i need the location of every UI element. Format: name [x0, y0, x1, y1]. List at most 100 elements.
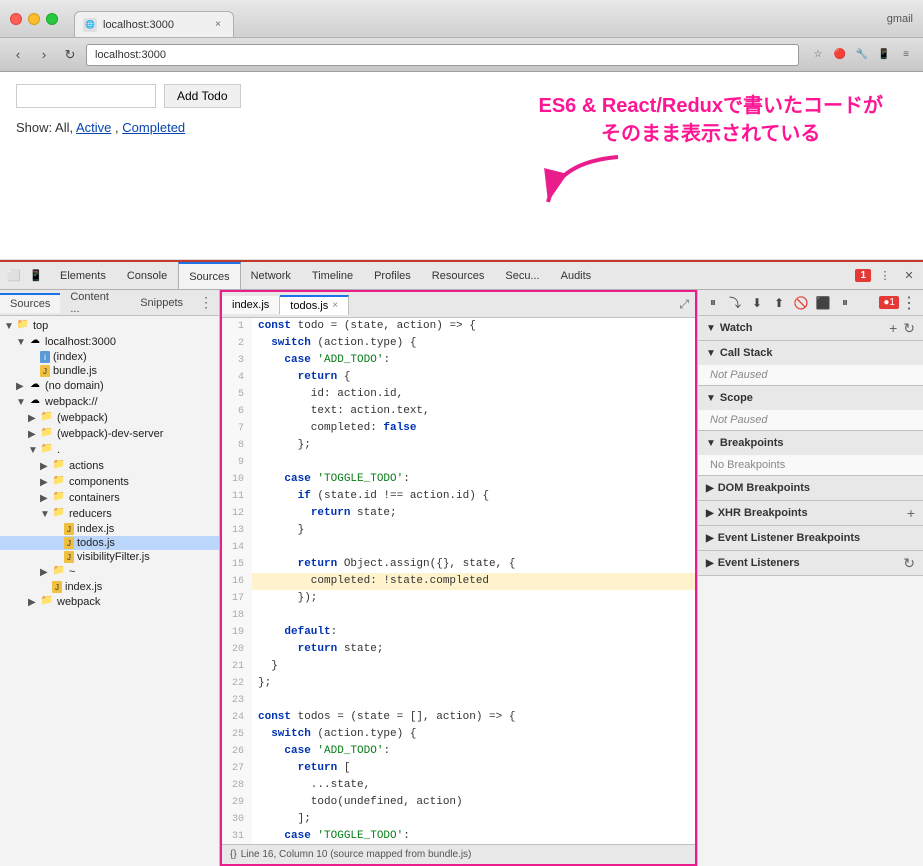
- tab-close-button[interactable]: ×: [215, 19, 221, 30]
- browser-navbar: ‹ › ↻ ☆ 🔴 🔧 📱 ≡: [0, 38, 923, 72]
- xhr-breakpoints-label: XHR Breakpoints: [718, 507, 808, 519]
- debug-pause-button[interactable]: ⏸: [704, 294, 722, 312]
- devtools-icon-responsive[interactable]: 📱: [26, 266, 46, 286]
- maximize-traffic-light[interactable]: [46, 13, 58, 25]
- debug-section-eventlisteners-header[interactable]: ▶ Event Listeners ↻: [698, 551, 923, 575]
- debug-deactivate-button[interactable]: 🚫: [792, 294, 810, 312]
- debug-section-scope-header[interactable]: ▼ Scope: [698, 386, 923, 410]
- forward-button[interactable]: ›: [34, 45, 54, 65]
- tree-item-visibility[interactable]: J visibilityFilter.js: [0, 550, 219, 564]
- tree-item-containers[interactable]: ▶ 📁 containers: [0, 490, 219, 506]
- tab-elements[interactable]: Elements: [50, 262, 117, 289]
- code-editor[interactable]: 1const todo = (state, action) => { 2 swi…: [222, 318, 695, 844]
- tab-profiles[interactable]: Profiles: [364, 262, 422, 289]
- devtools-icon-inspect[interactable]: ⬜: [4, 266, 24, 286]
- code-line-6: 6 text: action.text,: [222, 403, 695, 420]
- tree-item-index-root[interactable]: i (index): [0, 350, 219, 364]
- debug-step-into-button[interactable]: ⬇: [748, 294, 766, 312]
- event-listeners-refresh-button[interactable]: ↻: [903, 555, 915, 572]
- file-tab-snippets[interactable]: Snippets: [130, 294, 193, 312]
- code-tab-index[interactable]: index.js: [222, 296, 280, 314]
- tab-resources[interactable]: Resources: [422, 262, 496, 289]
- debug-section-dom-breakpoints: ▶ DOM Breakpoints: [698, 476, 923, 501]
- browser-menu-icon[interactable]: ≡: [897, 46, 915, 64]
- tree-item-nodomain[interactable]: ▶ ☁ (no domain): [0, 378, 219, 394]
- code-tab-todos[interactable]: todos.js ×: [280, 295, 349, 315]
- tree-item-webpack-dev[interactable]: ▶ 📁 (webpack)-dev-server: [0, 426, 219, 442]
- code-expand-button[interactable]: ⤢: [673, 297, 695, 312]
- refresh-button[interactable]: ↻: [60, 45, 80, 65]
- tree-item-actions[interactable]: ▶ 📁 actions: [0, 458, 219, 474]
- file-icon-index: i: [40, 351, 50, 363]
- tree-item-dot-index[interactable]: J index.js: [0, 580, 219, 594]
- debug-async-button[interactable]: ⏸: [836, 294, 854, 312]
- tab-security[interactable]: Secu...: [495, 262, 550, 289]
- tree-item-reducers[interactable]: ▼ 📁 reducers: [0, 506, 219, 522]
- status-braces-icon: {}: [230, 849, 237, 860]
- code-line-27: 27 return [: [222, 760, 695, 777]
- tree-item-dot[interactable]: ▼ 📁 .: [0, 442, 219, 458]
- tree-item-webpack2[interactable]: ▶ 📁 webpack: [0, 594, 219, 610]
- debug-section-watch-header[interactable]: ▼ Watch + ↻: [698, 316, 923, 340]
- folder-icon-webpack2: 📁: [40, 595, 54, 609]
- devtools-more-button[interactable]: ⋮: [875, 266, 895, 286]
- debug-more-button[interactable]: ⋮: [901, 293, 917, 313]
- add-todo-button[interactable]: Add Todo: [164, 84, 241, 108]
- tree-item-components[interactable]: ▶ 📁 components: [0, 474, 219, 490]
- tree-item-top[interactable]: ▼ 📁 top: [0, 318, 219, 334]
- tab-favicon: 🌐: [83, 18, 97, 32]
- devtools-tabbar: ⬜ 📱 Elements Console Sources Network Tim…: [0, 262, 923, 290]
- tab-sources[interactable]: Sources: [178, 262, 240, 289]
- tab-network[interactable]: Network: [241, 262, 302, 289]
- debug-section-event-header[interactable]: ▶ Event Listener Breakpoints: [698, 526, 923, 550]
- code-line-7: 7 completed: false: [222, 420, 695, 437]
- code-line-22: 22};: [222, 675, 695, 692]
- tab-audits[interactable]: Audits: [551, 262, 603, 289]
- code-line-15: 15 return Object.assign({}, state, {: [222, 556, 695, 573]
- devtools-body: Sources Content ... Snippets ⋮ ▼ 📁 top ▼…: [0, 290, 923, 866]
- debug-section-xhr-header[interactable]: ▶ XHR Breakpoints +: [698, 501, 923, 525]
- debug-section-watch: ▼ Watch + ↻: [698, 316, 923, 341]
- debug-section-breakpoints-header[interactable]: ▼ Breakpoints: [698, 431, 923, 455]
- file-panel-tabs: Sources Content ... Snippets ⋮: [0, 290, 219, 316]
- code-line-17: 17 });: [222, 590, 695, 607]
- file-tab-more[interactable]: ⋮: [193, 294, 219, 311]
- watch-label: Watch: [720, 322, 753, 334]
- tree-item-bundle[interactable]: J bundle.js: [0, 364, 219, 378]
- filter-completed-link[interactable]: Completed: [122, 120, 185, 135]
- devtools-panel-icons: ⬜ 📱: [4, 266, 46, 286]
- watch-refresh-button[interactable]: ↻: [903, 320, 915, 337]
- file-tab-sources[interactable]: Sources: [0, 293, 60, 313]
- callstack-label: Call Stack: [720, 347, 773, 359]
- code-line-16: 16 completed: !state.completed: [222, 573, 695, 590]
- watch-add-button[interactable]: +: [889, 320, 897, 337]
- tree-item-todos[interactable]: J todos.js: [0, 536, 219, 550]
- address-bar[interactable]: [86, 44, 799, 66]
- minimize-traffic-light[interactable]: [28, 13, 40, 25]
- tab-timeline[interactable]: Timeline: [302, 262, 364, 289]
- debug-section-callstack-header[interactable]: ▼ Call Stack: [698, 341, 923, 365]
- xhr-add-button[interactable]: +: [907, 505, 915, 521]
- tab-console[interactable]: Console: [117, 262, 178, 289]
- tree-item-reducers-index[interactable]: J index.js: [0, 522, 219, 536]
- code-line-30: 30 ];: [222, 811, 695, 828]
- debug-step-out-button[interactable]: ⬆: [770, 294, 788, 312]
- code-tab-close-todos[interactable]: ×: [332, 300, 338, 311]
- debug-section-dom-header[interactable]: ▶ DOM Breakpoints: [698, 476, 923, 500]
- breakpoints-label: Breakpoints: [720, 437, 784, 449]
- tree-item-webpack[interactable]: ▼ ☁ webpack://: [0, 394, 219, 410]
- file-tab-content[interactable]: Content ...: [60, 290, 130, 318]
- tree-item-localhost[interactable]: ▼ ☁ localhost:3000: [0, 334, 219, 350]
- close-traffic-light[interactable]: [10, 13, 22, 25]
- devtools-close-button[interactable]: ✕: [899, 266, 919, 286]
- file-icon-visibility: J: [64, 551, 74, 563]
- todo-input[interactable]: [16, 84, 156, 108]
- back-button[interactable]: ‹: [8, 45, 28, 65]
- tree-item-webpack-folder[interactable]: ▶ 📁 (webpack): [0, 410, 219, 426]
- tree-item-tilde[interactable]: ▶ 📁 ~: [0, 564, 219, 580]
- browser-tab[interactable]: 🌐 localhost:3000 ×: [74, 11, 234, 37]
- code-tab-todos-label: todos.js: [290, 300, 328, 312]
- debug-step-over-button[interactable]: ⤵: [726, 294, 744, 312]
- filter-active-link[interactable]: Active: [76, 120, 111, 135]
- debug-blackbox-button[interactable]: ⬛: [814, 294, 832, 312]
